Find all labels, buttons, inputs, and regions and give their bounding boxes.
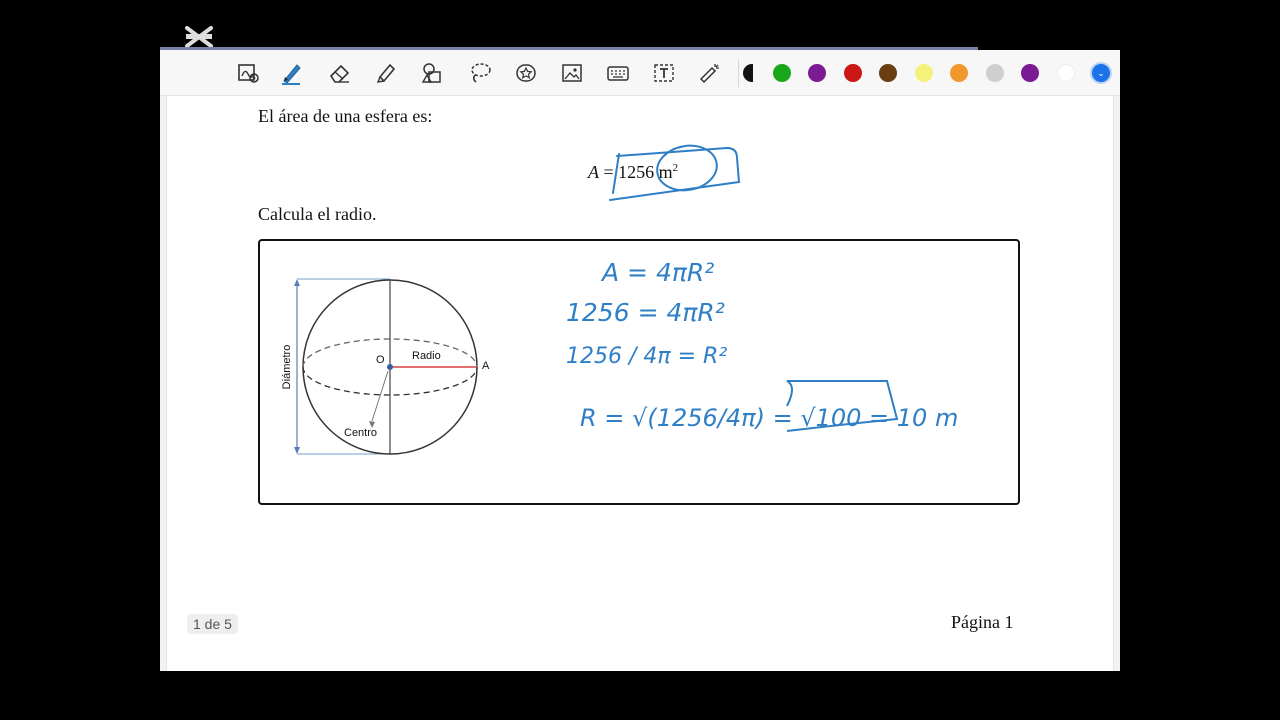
ink-answer-box — [786, 380, 899, 432]
page-counter-badge: 1 de 5 — [187, 614, 238, 634]
image-icon[interactable] — [558, 59, 586, 87]
point-a-label: A — [482, 360, 490, 372]
text-icon[interactable] — [650, 59, 678, 87]
ink-line-4: R = √(1256/4π) = √100 = 10 m — [580, 404, 958, 432]
ink-line-3: 1256 / 4π = R² — [566, 344, 727, 369]
formula-value: 1256 — [618, 162, 655, 182]
pen-icon[interactable] — [278, 59, 306, 87]
formula-exponent: 2 — [672, 162, 679, 174]
color-swatch-yellow[interactable] — [915, 64, 933, 82]
formula-unit: m — [658, 162, 673, 182]
color-swatch-violet[interactable] — [1021, 64, 1039, 82]
formula-variable: A — [588, 162, 599, 182]
answer-box: Diámetro O Radio A Centro A = 4πR² 1256 … — [258, 239, 1020, 505]
chevron-down-icon: ⌄ — [1097, 67, 1105, 78]
toolbar: ⌄ — [160, 50, 1120, 96]
center-point — [387, 364, 393, 370]
notes-app-window: ⌄ El área de una esfera es: A = 1256 m2 … — [160, 50, 1120, 671]
eraser-icon[interactable] — [326, 59, 354, 87]
radius-label: Radio — [412, 350, 441, 362]
center-letter-label: O — [376, 354, 385, 366]
toolbar-divider — [738, 59, 739, 87]
question-text: Calcula el radio. — [258, 204, 377, 224]
color-swatch-black[interactable] — [743, 64, 753, 82]
color-swatch-white[interactable] — [1057, 64, 1075, 82]
ink-line-2: 1256 = 4πR² — [566, 298, 725, 327]
page-footer: Página 1 — [951, 612, 1014, 632]
diameter-label: Diámetro — [281, 345, 293, 390]
lasso-text-icon[interactable] — [234, 59, 262, 87]
color-swatch-selected-blue[interactable]: ⌄ — [1090, 62, 1112, 84]
color-swatch-gray[interactable] — [986, 64, 1004, 82]
document-page: El área de una esfera es: A = 1256 m2 Ca… — [166, 96, 1114, 671]
color-swatch-orange[interactable] — [950, 64, 968, 82]
keyboard-icon[interactable] — [604, 59, 632, 87]
color-swatch-brown[interactable] — [879, 64, 897, 82]
ink-line-1: A = 4πR² — [600, 258, 714, 287]
center-label: Centro — [344, 427, 377, 439]
color-swatch-green[interactable] — [773, 64, 791, 82]
area-formula: A = 1256 m2 — [588, 162, 678, 183]
highlighter-icon[interactable] — [372, 59, 400, 87]
sticker-icon[interactable] — [512, 59, 540, 87]
formula-equals: = — [603, 162, 614, 182]
shapes-icon[interactable] — [418, 59, 446, 87]
sphere-diagram: Diámetro O Radio A Centro — [281, 278, 490, 455]
laser-pointer-icon[interactable] — [696, 59, 724, 87]
lasso-icon[interactable] — [466, 59, 494, 87]
color-swatch-red[interactable] — [844, 64, 862, 82]
color-swatch-purple[interactable] — [808, 64, 826, 82]
intro-text: El área de una esfera es: — [258, 106, 433, 126]
